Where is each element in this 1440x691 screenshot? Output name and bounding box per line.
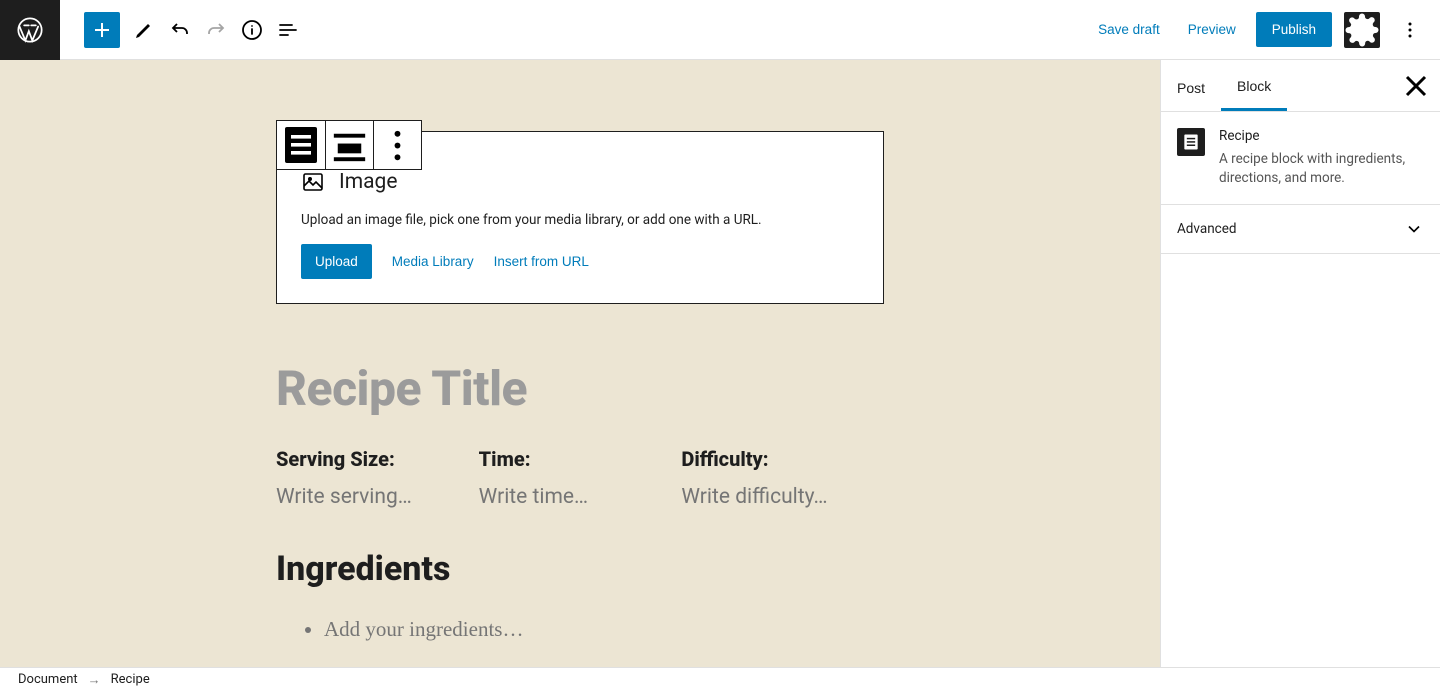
add-block-button[interactable] <box>84 12 120 48</box>
wordpress-icon <box>16 16 44 44</box>
ingredients-heading: Ingredients <box>276 549 884 589</box>
info-icon <box>240 18 264 42</box>
insert-from-url-button[interactable]: Insert from URL <box>494 254 589 269</box>
close-icon <box>1398 68 1434 104</box>
block-more-button[interactable] <box>373 121 421 169</box>
right-toolbar: Save draft Preview Publish <box>1090 12 1440 48</box>
editor-topbar: Save draft Preview Publish <box>0 0 1440 60</box>
block-description: A recipe block with ingredients, directi… <box>1219 150 1424 188</box>
editor-canvas[interactable]: Image Upload an image file, pick one fro… <box>0 60 1160 667</box>
block-info-panel: Recipe A recipe block with ingredients, … <box>1161 112 1440 205</box>
image-icon <box>301 170 325 194</box>
advanced-label: Advanced <box>1177 221 1237 237</box>
difficulty-label: Difficulty: <box>681 447 884 471</box>
serving-size-label: Serving Size: <box>276 447 479 471</box>
breadcrumb-root[interactable]: Document <box>18 672 78 687</box>
recipe-meta-row: Serving Size: Write serving… Time: Write… <box>276 447 884 509</box>
difficulty-col: Difficulty: Write difficulty… <box>681 447 884 509</box>
time-col: Time: Write time… <box>479 447 682 509</box>
upload-button[interactable]: Upload <box>301 244 372 279</box>
sidebar-tabs: Post Block <box>1161 60 1440 112</box>
tab-post[interactable]: Post <box>1161 60 1221 111</box>
recipe-block[interactable]: Recipe Title Serving Size: Write serving… <box>276 360 884 642</box>
more-vertical-icon <box>1398 18 1422 42</box>
tab-block[interactable]: Block <box>1221 60 1287 111</box>
redo-button[interactable] <box>198 12 234 48</box>
block-info-text: Recipe A recipe block with ingredients, … <box>1219 128 1424 188</box>
recipe-block-icon <box>277 121 325 169</box>
breadcrumb: Document → Recipe <box>0 667 1440 691</box>
image-block-actions: Upload Media Library Insert from URL <box>301 244 859 279</box>
gear-icon <box>1344 12 1380 48</box>
block-type-button[interactable] <box>277 121 325 169</box>
outline-icon <box>276 18 300 42</box>
info-button[interactable] <box>234 12 270 48</box>
wordpress-logo[interactable] <box>0 0 60 60</box>
editor-main: Image Upload an image file, pick one fro… <box>0 60 1440 667</box>
more-vertical-icon <box>374 122 421 169</box>
block-align-button[interactable] <box>325 121 373 169</box>
close-sidebar-button[interactable] <box>1398 68 1434 104</box>
image-block-description: Upload an image file, pick one from your… <box>301 212 859 228</box>
redo-icon <box>204 18 228 42</box>
undo-button[interactable] <box>162 12 198 48</box>
ingredient-item-placeholder[interactable]: Add your ingredients… <box>324 617 884 642</box>
outline-button[interactable] <box>270 12 306 48</box>
serving-size-input[interactable]: Write serving… <box>276 485 479 509</box>
chevron-down-icon <box>1404 219 1424 239</box>
advanced-panel-toggle[interactable]: Advanced <box>1161 205 1440 254</box>
block-toolbar <box>276 120 422 170</box>
settings-sidebar: Post Block Recipe A recipe block with in… <box>1160 60 1440 667</box>
time-input[interactable]: Write time… <box>479 485 682 509</box>
image-block-title: Image <box>339 170 397 194</box>
serving-size-col: Serving Size: Write serving… <box>276 447 479 509</box>
left-toolbar <box>60 12 306 48</box>
more-options-button[interactable] <box>1392 12 1428 48</box>
media-library-button[interactable]: Media Library <box>392 254 474 269</box>
recipe-block-icon <box>1181 132 1201 152</box>
plus-icon <box>90 18 114 42</box>
recipe-title-input[interactable]: Recipe Title <box>276 360 884 417</box>
ingredients-list[interactable]: Add your ingredients… <box>276 617 884 642</box>
pencil-icon <box>132 18 156 42</box>
preview-button[interactable]: Preview <box>1180 12 1244 47</box>
block-name: Recipe <box>1219 128 1424 144</box>
undo-icon <box>168 18 192 42</box>
edit-mode-button[interactable] <box>126 12 162 48</box>
settings-button[interactable] <box>1344 12 1380 48</box>
breadcrumb-separator: → <box>88 672 101 688</box>
publish-button[interactable]: Publish <box>1256 12 1332 47</box>
difficulty-input[interactable]: Write difficulty… <box>681 485 884 509</box>
block-info-icon-wrap <box>1177 128 1205 156</box>
align-icon <box>326 122 373 169</box>
save-draft-button[interactable]: Save draft <box>1090 12 1168 47</box>
breadcrumb-current[interactable]: Recipe <box>111 672 150 687</box>
time-label: Time: <box>479 447 682 471</box>
